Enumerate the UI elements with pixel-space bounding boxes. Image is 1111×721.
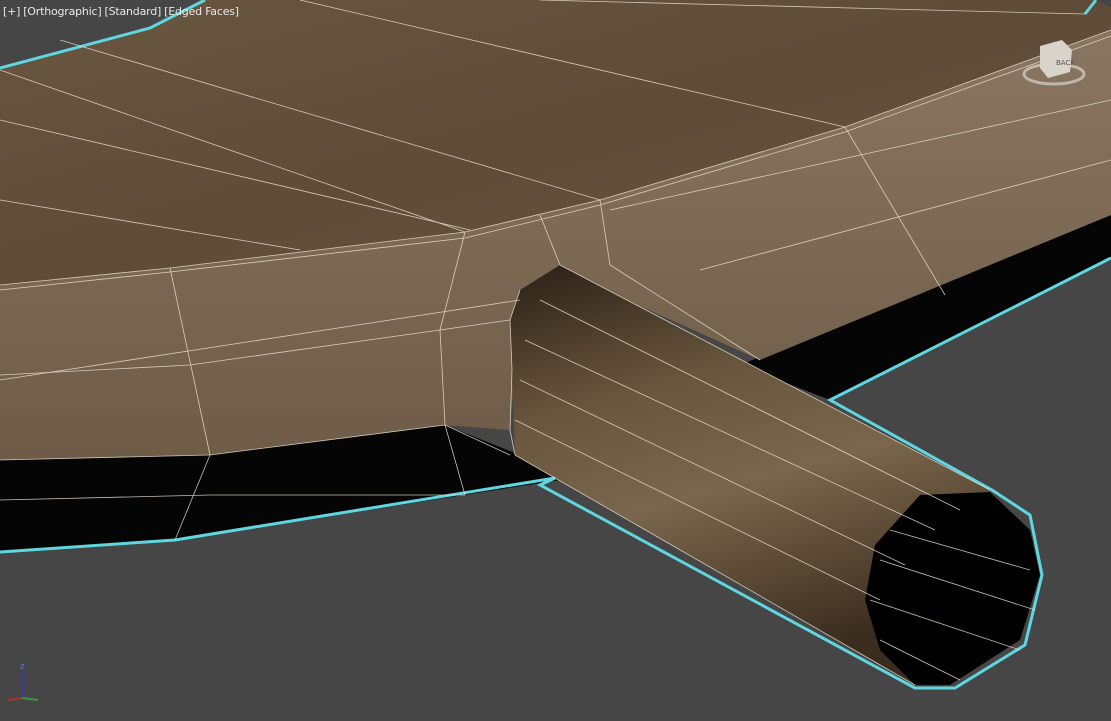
viewport-label-menu[interactable]: [+] [Orthographic] [Standard] [Edged Faces] [3,5,242,18]
axis-gizmo [7,672,39,701]
viewcube[interactable]: BACK [1022,38,1086,90]
viewport-edged-faces-menu[interactable]: [Edged Faces] [164,5,239,18]
viewport-plus-menu[interactable]: [+] [3,5,20,18]
viewport[interactable]: [+] [Orthographic] [Standard] [Edged Faces]… [0,0,1111,721]
scene-mesh[interactable] [0,0,1111,721]
axis-z-label: z [20,662,25,672]
viewport-view-menu[interactable]: [Orthographic] [23,5,101,18]
viewcube-face-label[interactable]: BACK [1056,59,1075,67]
viewport-shading-standard-menu[interactable]: [Standard] [105,5,162,18]
